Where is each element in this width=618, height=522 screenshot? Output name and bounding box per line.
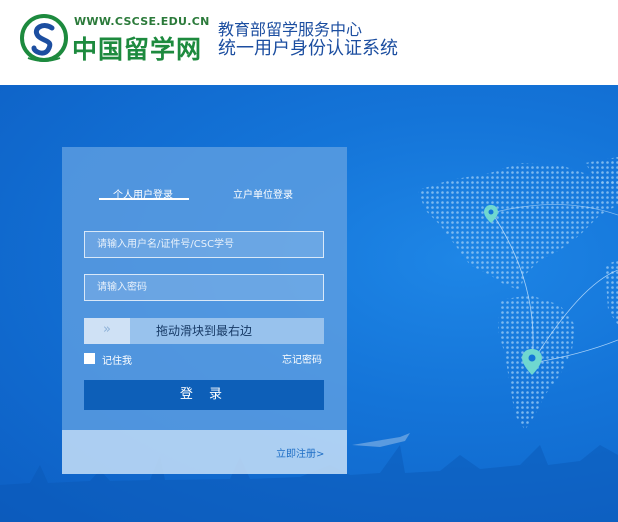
page-subtitle: 统一用户身份认证系统 — [218, 38, 398, 59]
cscse-logo-icon — [20, 14, 68, 62]
forgot-password-link[interactable]: 忘记密码 — [282, 351, 322, 366]
page-title: 教育部留学服务中心 — [218, 20, 363, 39]
double-chevron-right-icon[interactable]: » — [84, 318, 130, 344]
username-input[interactable] — [84, 231, 324, 258]
register-link[interactable]: 立即注册> — [276, 445, 324, 460]
password-input[interactable] — [84, 274, 324, 301]
remember-me-checkbox[interactable] — [84, 353, 95, 364]
logo-cn-text: 中国留学网 — [72, 35, 203, 64]
tab-unit-login[interactable]: 立户单位登录 — [233, 186, 293, 201]
login-button[interactable]: 登 录 — [84, 380, 324, 410]
slider-captcha-text: 拖动滑块到最右边 — [156, 324, 253, 338]
logo-url-text: WWW.CSCSE.EDU.CN — [74, 15, 210, 28]
site-header: WWW.CSCSE.EDU.CN 中国留学网 教育部留学服务中心 统一用户身份认… — [0, 0, 618, 85]
active-tab-indicator — [99, 198, 189, 200]
remember-me-label: 记住我 — [102, 356, 132, 367]
